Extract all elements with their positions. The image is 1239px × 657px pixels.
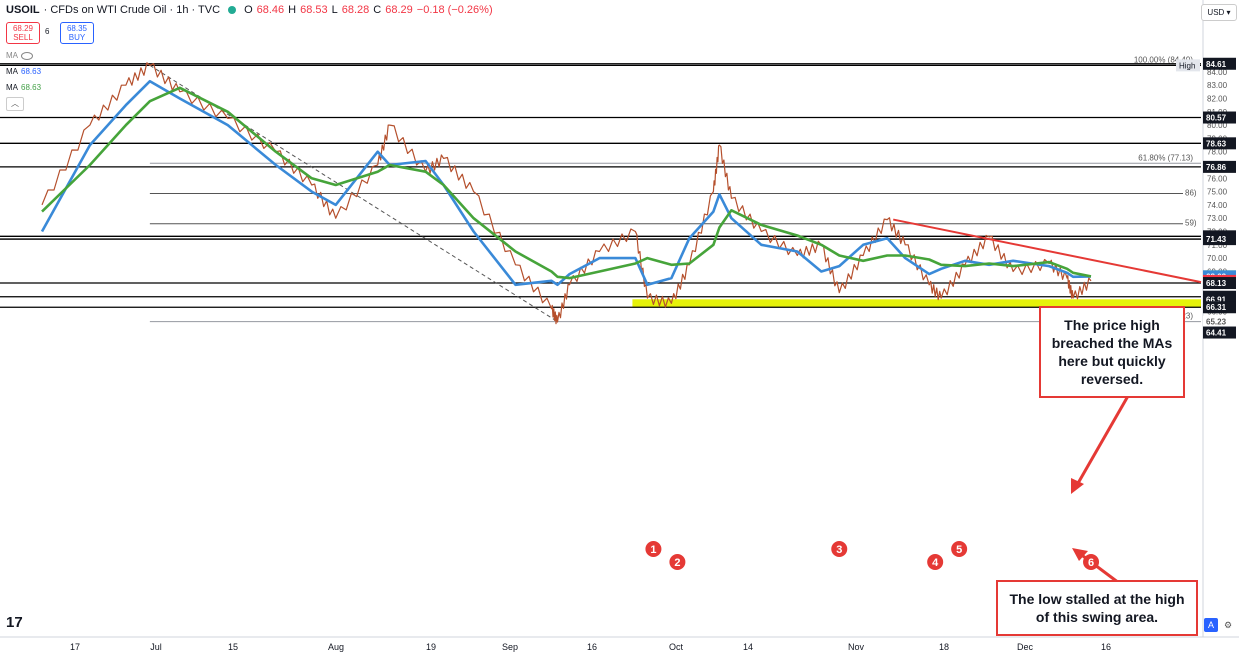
sell-label: SELL — [13, 33, 33, 42]
indicator-name: MA — [6, 51, 18, 60]
y-tick-label: 75.00 — [1207, 188, 1228, 197]
settings-icon[interactable]: ⚙ — [1221, 618, 1235, 632]
x-tick-label: Jul — [150, 642, 162, 652]
x-tick-label: Sep — [502, 642, 518, 652]
x-tick-label: Dec — [1017, 642, 1034, 652]
y-tick-label: 73.00 — [1207, 214, 1228, 223]
y-tick-label: 70.00 — [1207, 254, 1228, 263]
swing-low-label: 4 — [932, 557, 939, 569]
y-tick-label: 76.00 — [1207, 174, 1228, 183]
x-tick-label: 18 — [939, 642, 949, 652]
auto-scale-button[interactable]: A — [1204, 618, 1218, 632]
swing-low-label: 6 — [1088, 557, 1094, 569]
change-value: −0.18 (−0.26%) — [416, 4, 493, 16]
price-scale-badge-label: 64.41 — [1206, 329, 1227, 338]
x-tick-label: Nov — [848, 642, 865, 652]
moving-average-line[interactable] — [40, 79, 1092, 287]
swing-low-label: 2 — [674, 557, 680, 569]
spread-value: 6 — [45, 27, 50, 36]
symbol-name[interactable]: USOIL — [6, 4, 40, 16]
x-tick-label: 16 — [587, 642, 597, 652]
close-label: C — [373, 4, 382, 16]
x-tick-label: 15 — [228, 642, 238, 652]
x-tick-label: 17 — [70, 642, 80, 652]
fib-label: 59) — [1185, 219, 1197, 228]
open-value: 68.46 — [256, 4, 285, 16]
red-trendline[interactable] — [893, 218, 1202, 284]
callout-swing-area: The low stalled at the high of this swin… — [996, 580, 1198, 636]
high-label: H — [288, 4, 297, 16]
swing-low-label: 1 — [650, 544, 656, 556]
fib-label: 61.80% (77.13) — [1138, 153, 1193, 162]
price-scale-badge-label: 66.31 — [1206, 303, 1227, 312]
callout-arrow — [1075, 395, 1130, 486]
x-tick-label: 16 — [1101, 642, 1111, 652]
y-tick-label: 83.00 — [1207, 81, 1228, 90]
indicator-value: 68.63 — [21, 67, 42, 76]
sell-button[interactable]: 68.29 SELL — [6, 22, 40, 44]
price-scale-badge-label: 78.63 — [1206, 139, 1227, 148]
buy-button[interactable]: 68.35 BUY — [60, 22, 94, 44]
x-tick-label: 19 — [426, 642, 436, 652]
arrow-head — [1071, 478, 1084, 494]
x-tick-label: Oct — [669, 642, 684, 652]
fib-label: 86) — [1185, 188, 1197, 197]
y-tick-label: 74.00 — [1207, 201, 1228, 210]
price-scale-badge-label: 71.43 — [1206, 235, 1227, 244]
indicator-ma-2[interactable]: MA 68.63 — [6, 83, 41, 92]
x-tick-label: Aug — [328, 642, 344, 652]
y-tick-label: 82.00 — [1207, 94, 1228, 103]
indicator-ma-0[interactable]: MA — [6, 51, 33, 60]
moving-average-line[interactable] — [41, 86, 1092, 280]
price-scale-badge-label: 68.13 — [1206, 279, 1227, 288]
sell-price: 68.29 — [12, 24, 34, 33]
price-scale-badge-label: 80.57 — [1206, 114, 1227, 123]
low-label: L — [331, 4, 338, 16]
market-status-icon — [228, 6, 237, 14]
collapse-legend-icon[interactable]: ︿ — [6, 97, 24, 111]
high-value: 68.53 — [300, 4, 328, 16]
currency-selector[interactable]: USD ▾ — [1201, 4, 1237, 21]
price-scale-badge-label: 84.61 — [1206, 60, 1227, 69]
price-scale-badge-label: 76.86 — [1206, 163, 1227, 172]
high-tag-label: High — [1179, 61, 1195, 70]
swing-low-label: 3 — [836, 544, 842, 556]
low-value: 68.28 — [341, 4, 370, 16]
indicator-name: MA — [6, 67, 18, 76]
open-label: O — [244, 4, 253, 16]
callout-ma-breach: The price high breached the MAs here but… — [1039, 306, 1185, 398]
buy-label: BUY — [68, 33, 86, 42]
buy-price: 68.35 — [66, 24, 88, 33]
indicator-name: MA — [6, 83, 18, 92]
indicator-ma-1[interactable]: MA 68.63 — [6, 67, 41, 76]
tradingview-logo: 17 — [6, 614, 23, 631]
symbol-description: · CFDs on WTI Crude Oil · 1h · TVC — [43, 4, 221, 16]
swing-low-label: 5 — [956, 544, 962, 556]
price-scale-badge-label: 65.23 — [1206, 318, 1227, 327]
close-value: 68.29 — [385, 4, 413, 16]
x-tick-label: 14 — [743, 642, 753, 652]
chart-header: USOIL · CFDs on WTI Crude Oil · 1h · TVC… — [6, 4, 493, 16]
visibility-icon[interactable] — [21, 51, 33, 60]
indicator-value: 68.63 — [21, 83, 42, 92]
